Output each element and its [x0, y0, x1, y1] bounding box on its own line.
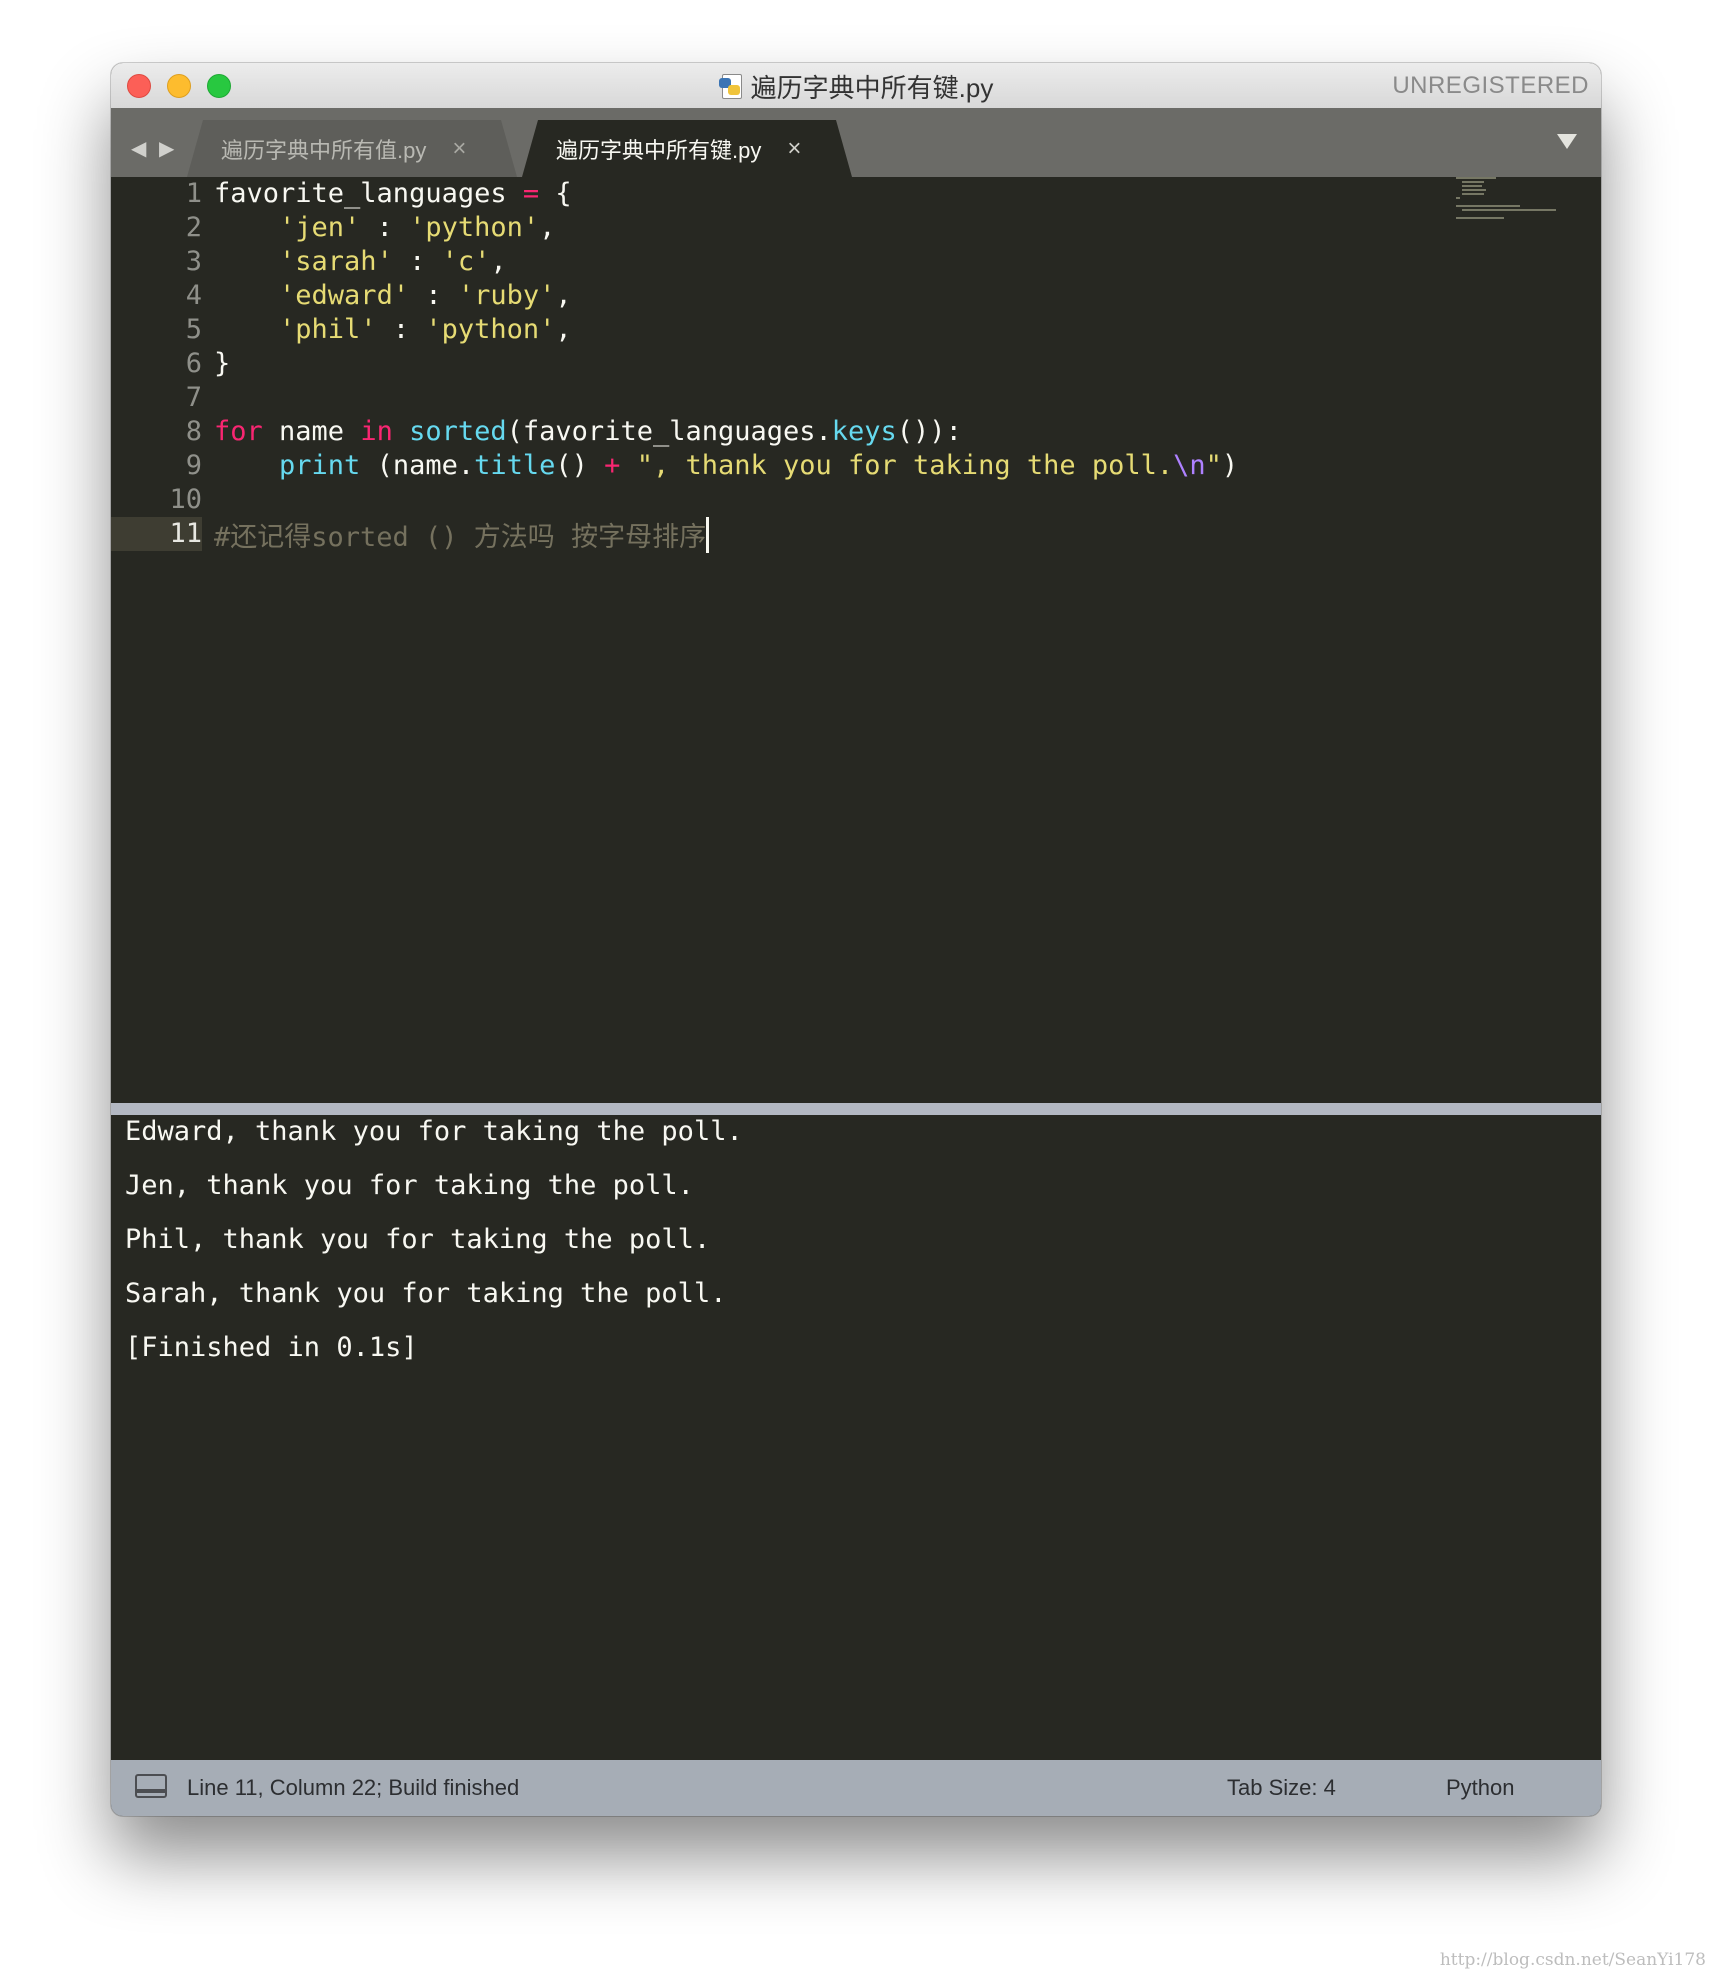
editor-window: 遍历字典中所有键.py UNREGISTERED ◀ ▶ 遍历字典中所有值.py… — [111, 63, 1601, 1816]
close-icon[interactable]: × — [452, 135, 466, 163]
license-status: UNREGISTERED — [1392, 72, 1589, 99]
window-title-group: 遍历字典中所有键.py — [111, 69, 1601, 103]
tab-values-file[interactable]: 遍历字典中所有值.py × — [187, 120, 517, 177]
line-number: 5 — [185, 314, 202, 345]
tab-label: 遍历字典中所有键.py — [556, 137, 762, 163]
code-line-3: 'sarah' : 'c', — [279, 246, 507, 277]
window-title: 遍历字典中所有键.py — [750, 72, 994, 103]
code-line-4: 'edward' : 'ruby', — [279, 280, 572, 311]
code-editor[interactable]: 1 2 3 4 5 6 7 8 9 10 11 favorite_languag… — [111, 177, 1601, 1103]
output-line: Sarah, thank you for taking the poll. — [125, 1278, 727, 1309]
line-number-current: 11 — [111, 517, 202, 551]
code-line-6: } — [214, 348, 231, 379]
tab-forward-icon[interactable]: ▶ — [159, 136, 174, 161]
panel-toggle-icon[interactable] — [135, 1774, 167, 1798]
tab-keys-file[interactable]: 遍历字典中所有键.py × — [522, 120, 852, 177]
output-line: [Finished in 0.1s] — [125, 1332, 418, 1363]
text-caret — [706, 517, 710, 553]
output-line: Jen, thank you for taking the poll. — [125, 1170, 694, 1201]
status-bar: Line 11, Column 22; Build finished Tab S… — [111, 1760, 1601, 1816]
line-number: 2 — [185, 212, 202, 243]
line-number: 1 — [185, 178, 202, 209]
line-number: 6 — [185, 348, 202, 379]
tab-back-icon[interactable]: ◀ — [131, 136, 146, 161]
tab-dropdown-icon[interactable] — [1557, 134, 1577, 149]
title-bar: 遍历字典中所有键.py UNREGISTERED — [111, 63, 1601, 109]
line-number: 8 — [185, 416, 202, 447]
panel-divider[interactable] — [111, 1103, 1601, 1115]
tab-bar: ◀ ▶ 遍历字典中所有值.py × 遍历字典中所有键.py × — [111, 108, 1601, 177]
tab-size-button[interactable]: Tab Size: 4 — [1227, 1775, 1336, 1801]
close-icon[interactable]: × — [787, 135, 801, 163]
output-line: Phil, thank you for taking the poll. — [125, 1224, 711, 1255]
code-line-2: 'jen' : 'python', — [279, 212, 556, 243]
syntax-button[interactable]: Python — [1446, 1775, 1515, 1801]
line-number: 3 — [185, 246, 202, 277]
line-number: 7 — [185, 382, 202, 413]
line-number: 9 — [185, 450, 202, 481]
code-line-5: 'phil' : 'python', — [279, 314, 572, 345]
line-number: 10 — [169, 484, 202, 515]
code-line-1: favorite_languages = { — [214, 178, 572, 209]
code-line-9: print (name.title() + ", thank you for t… — [279, 450, 1239, 481]
tab-label: 遍历字典中所有值.py — [221, 137, 427, 163]
output-line: Edward, thank you for taking the poll. — [125, 1116, 743, 1147]
minimap[interactable] — [1456, 177, 1586, 227]
cursor-position-status: Line 11, Column 22; Build finished — [187, 1775, 520, 1800]
python-file-icon — [718, 73, 743, 99]
watermark: http://blog.csdn.net/SeanYi178 — [1439, 1950, 1706, 1970]
build-output-panel[interactable]: Edward, thank you for taking the poll. J… — [115, 1115, 1597, 1779]
line-number: 4 — [185, 280, 202, 311]
code-line-8: for name in sorted(favorite_languages.ke… — [214, 416, 962, 447]
code-line-11: #还记得sorted () 方法吗 按字母排序 — [214, 517, 710, 553]
